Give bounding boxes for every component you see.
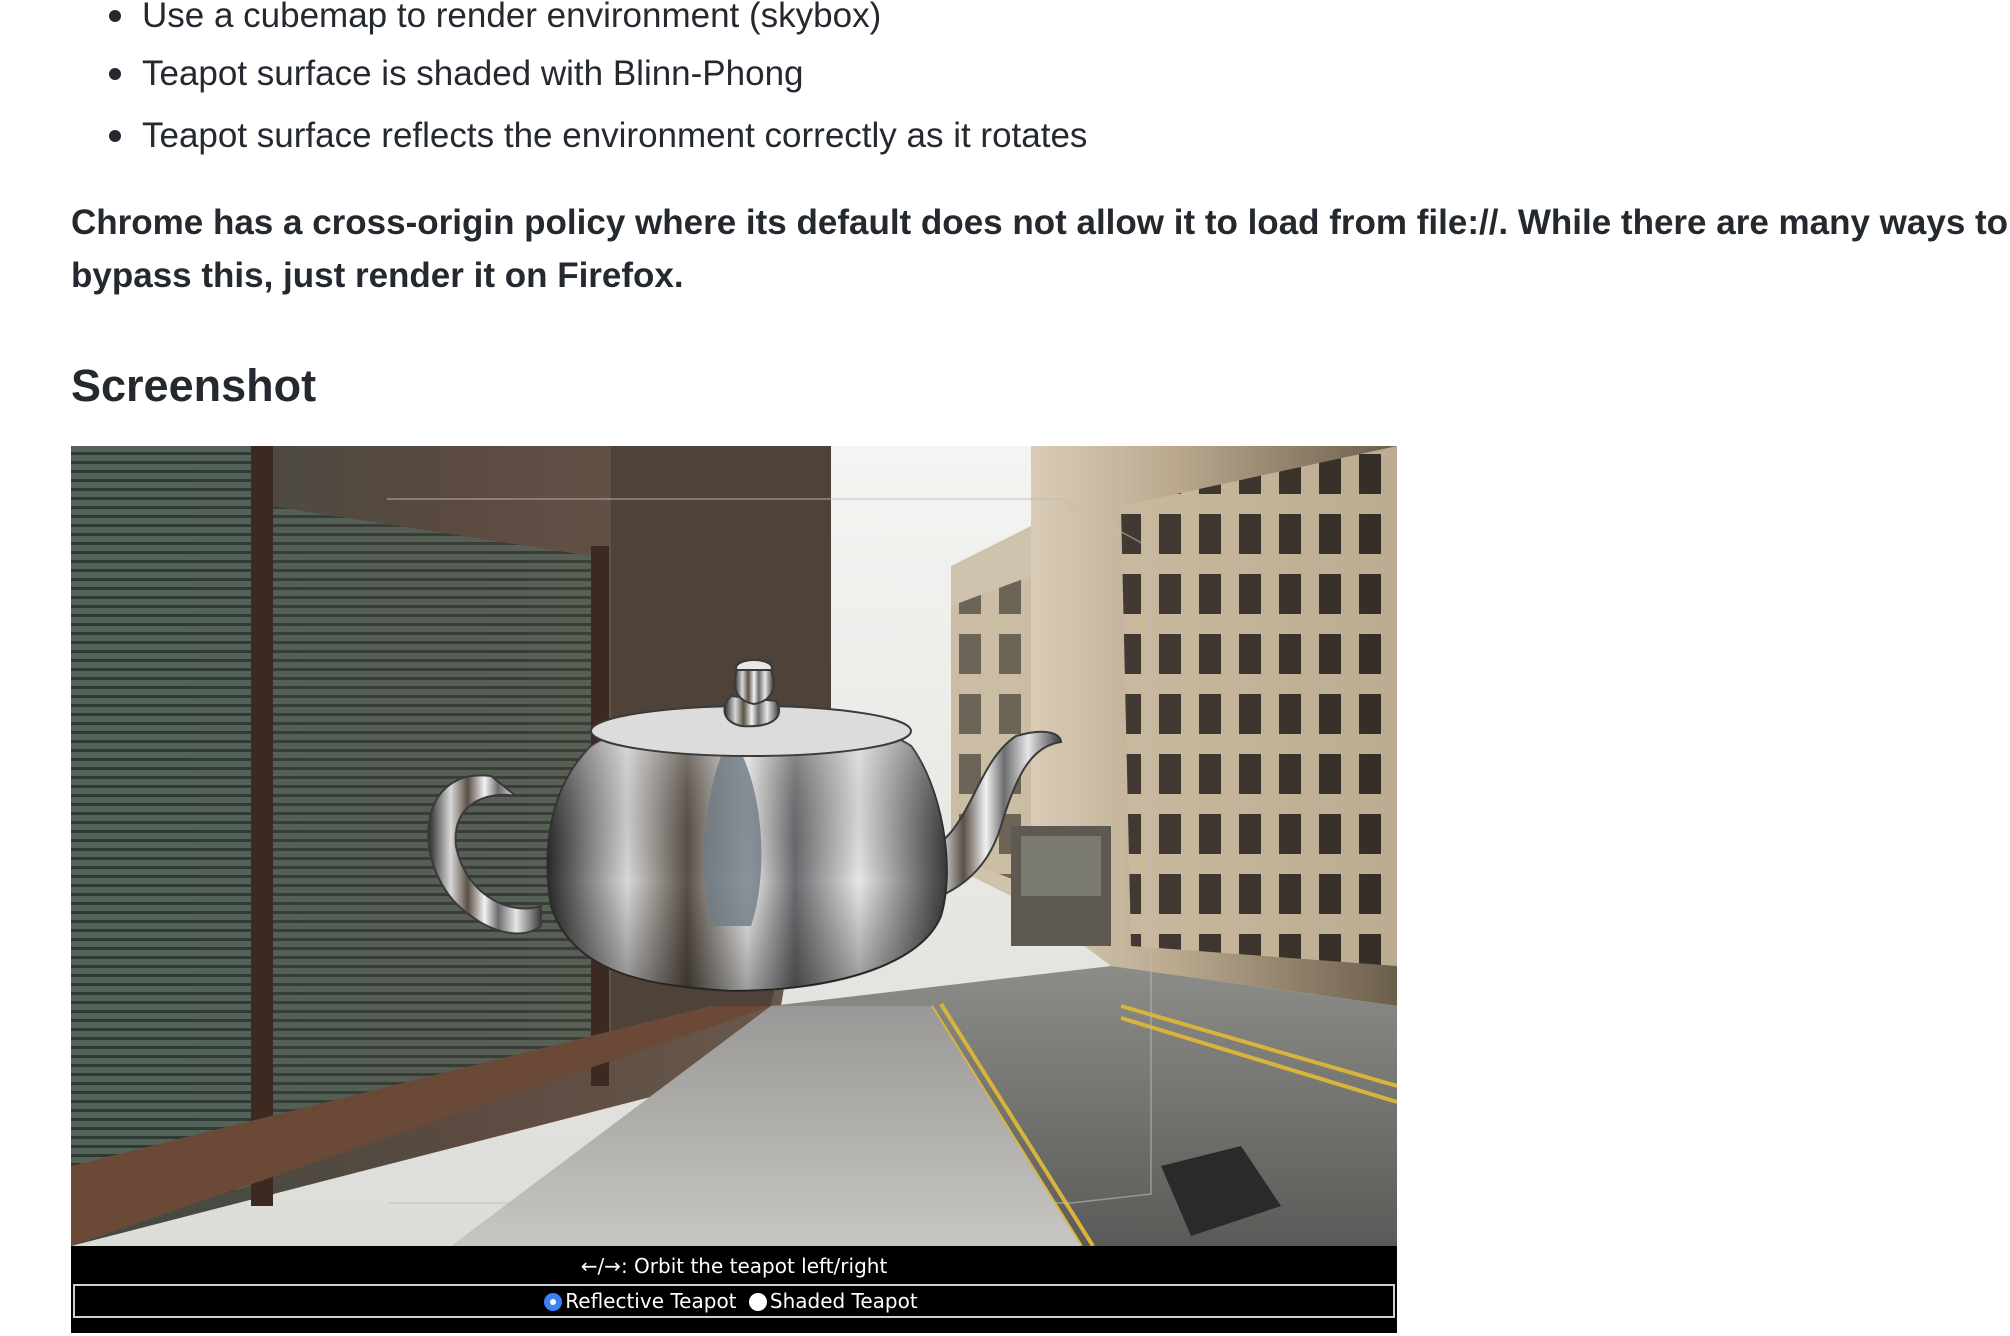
shaded-teapot-option[interactable]: Shaded Teapot bbox=[748, 1286, 918, 1316]
street-scene-image bbox=[71, 446, 1397, 1246]
section-heading: Screenshot bbox=[71, 360, 317, 411]
screenshot-image: ←/→: Orbit the teapot left/right Reflect… bbox=[71, 446, 1397, 1333]
bullet-icon bbox=[109, 68, 121, 80]
shaded-teapot-label: Shaded Teapot bbox=[769, 1289, 918, 1313]
list-item-text: Teapot surface reflects the environment … bbox=[142, 116, 1088, 155]
bullet-icon bbox=[109, 130, 121, 142]
reflective-teapot-option[interactable]: Reflective Teapot bbox=[544, 1286, 737, 1316]
list-item-text: Teapot surface is shaded with Blinn-Phon… bbox=[142, 54, 804, 93]
mode-selector: Reflective Teapot Shaded Teapot bbox=[73, 1284, 1395, 1318]
bullet-icon bbox=[109, 10, 121, 22]
demo-controls: ←/→: Orbit the teapot left/right Reflect… bbox=[71, 1246, 1397, 1333]
orbit-instructions: ←/→: Orbit the teapot left/right bbox=[580, 1254, 888, 1278]
list-item-text: Use a cubemap to render environment (sky… bbox=[142, 0, 882, 35]
reflective-teapot-label: Reflective Teapot bbox=[565, 1289, 737, 1313]
radio-selected-icon[interactable] bbox=[544, 1293, 563, 1311]
browser-note: Chrome has a cross-origin policy where i… bbox=[71, 203, 2009, 295]
radio-unselected-icon[interactable] bbox=[748, 1293, 767, 1311]
